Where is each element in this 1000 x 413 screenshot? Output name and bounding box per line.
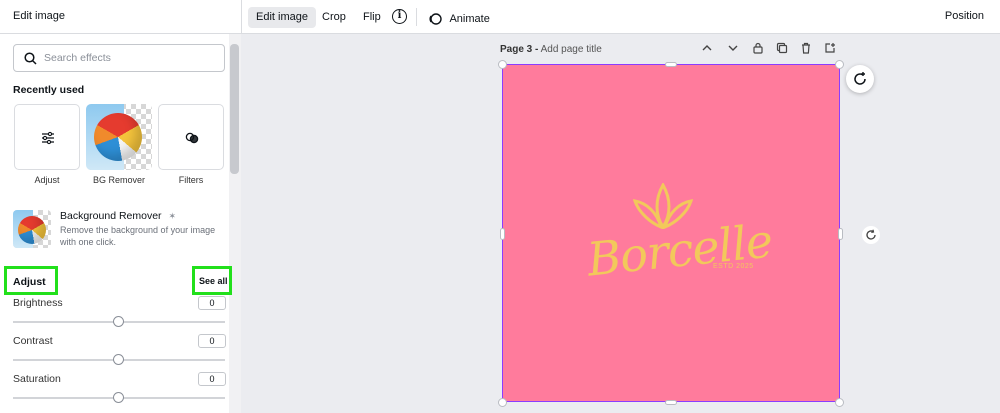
brightness-slider-knob[interactable] [113, 316, 124, 327]
add-page-icon[interactable] [824, 42, 836, 54]
contrast-value-input[interactable]: 0 [198, 334, 226, 348]
bg-remover-title-text: Background Remover [60, 210, 162, 222]
chevron-up-icon[interactable] [701, 42, 713, 54]
page-title-input[interactable]: Add page title [541, 44, 602, 55]
logo-subtext: ESTD 2025 [713, 263, 754, 270]
flip-button[interactable]: Flip [355, 7, 389, 28]
beach-ball-image [18, 216, 46, 244]
animate-label: Animate [449, 12, 490, 25]
recent-adjust-card[interactable] [14, 104, 80, 170]
resize-handle-left[interactable] [500, 228, 505, 240]
see-all-link[interactable]: See all [199, 276, 228, 286]
recent-bg-remover-label: BG Remover [92, 175, 145, 185]
contrast-slider-knob[interactable] [113, 354, 124, 365]
resize-handle-top[interactable] [665, 62, 677, 67]
toolbar-divider [241, 0, 242, 34]
contrast-label: Contrast [13, 335, 53, 347]
crop-button[interactable]: Crop [314, 7, 354, 28]
resize-handle-right[interactable] [838, 228, 843, 240]
panel-title: Edit image [13, 10, 65, 22]
rotate-button[interactable] [862, 226, 880, 244]
search-icon [24, 52, 37, 65]
beach-ball-image [94, 113, 142, 161]
animate-button[interactable]: Animate [428, 10, 490, 28]
pro-badge-icon: ✶ [168, 211, 177, 221]
resize-handle-bottom-right[interactable] [835, 398, 844, 407]
saturation-slider-knob[interactable] [113, 392, 124, 403]
edit-image-button[interactable]: Edit image [248, 7, 316, 28]
bg-remover-title[interactable]: Background Remover ✶ [60, 210, 176, 222]
rotate-icon [866, 229, 876, 240]
recently-used-title: Recently used [13, 84, 85, 96]
top-toolbar: Edit image Edit image Crop Flip i Animat… [0, 0, 1000, 34]
refresh-plus-icon [854, 72, 866, 85]
page-header: Page 3 - Add page title [500, 44, 602, 55]
scrollbar-thumb[interactable] [230, 44, 239, 174]
animate-icon [429, 13, 442, 25]
search-placeholder: Search effects [44, 52, 111, 64]
duplicate-icon[interactable] [776, 42, 788, 54]
search-input[interactable]: Search effects [13, 44, 225, 72]
resize-handle-bottom[interactable] [665, 400, 677, 405]
lock-icon[interactable] [752, 42, 764, 54]
logo-text: Borcelle [584, 213, 775, 287]
brightness-label: Brightness [13, 297, 63, 309]
saturation-value-input[interactable]: 0 [198, 372, 226, 386]
design-canvas[interactable]: Borcelle ESTD 2025 [502, 64, 840, 402]
toolbar-separator [416, 8, 417, 26]
brightness-value-input[interactable]: 0 [198, 296, 226, 310]
page-label: Page 3 - [500, 44, 539, 55]
sliders-icon [42, 131, 54, 145]
refresh-suggestion-button[interactable] [846, 65, 874, 93]
trash-icon[interactable] [800, 42, 812, 54]
recent-adjust-label: Adjust [34, 175, 60, 185]
resize-handle-top-right[interactable] [835, 60, 844, 69]
recent-bg-remover-card[interactable] [86, 104, 152, 170]
position-button[interactable]: Position [945, 10, 984, 22]
resize-handle-bottom-left[interactable] [498, 398, 507, 407]
bg-remover-thumbnail[interactable] [13, 210, 51, 248]
bg-remover-description: Remove the background of your image with… [60, 225, 216, 247]
adjust-section-title: Adjust [13, 276, 46, 288]
saturation-label: Saturation [13, 373, 61, 385]
edit-image-panel: Search effects Recently used Adjust BG R… [0, 34, 241, 413]
info-icon[interactable]: i [392, 9, 407, 24]
filters-icon [185, 132, 199, 144]
recent-filters-card[interactable] [158, 104, 224, 170]
chevron-down-icon[interactable] [727, 42, 739, 54]
resize-handle-top-left[interactable] [498, 60, 507, 69]
recent-filters-label: Filters [178, 175, 204, 185]
